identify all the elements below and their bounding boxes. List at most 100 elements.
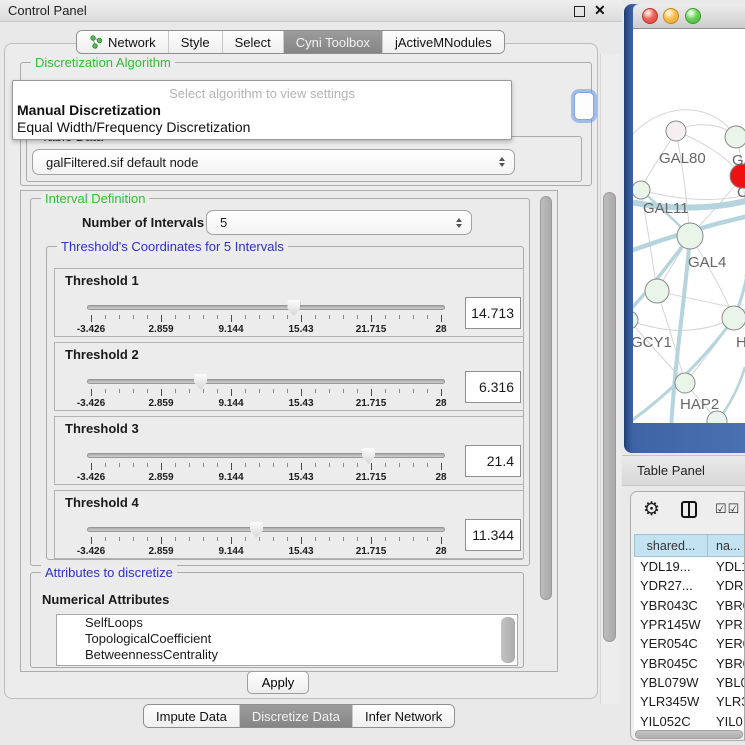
table-row[interactable]: YBR045CYBR0... (634, 653, 745, 672)
network-node[interactable] (725, 126, 745, 148)
apply-button[interactable]: Apply (247, 671, 309, 694)
table-row[interactable]: YIL052CYIL0... (634, 711, 745, 730)
table-row[interactable]: YDL19...YDL1... (634, 557, 745, 576)
table-row[interactable]: YLR345WYLR3... (634, 692, 745, 711)
tick-mark (301, 537, 302, 544)
tick-mark (301, 389, 302, 396)
zoom-traffic-light-icon[interactable] (685, 8, 701, 24)
table-row[interactable]: YDR27...YDR2... (634, 576, 745, 595)
tick-label: 2.859 (148, 324, 173, 335)
tick-mark (245, 537, 246, 541)
inner-scrollbar[interactable] (540, 196, 552, 600)
attribute-item[interactable]: BetweennessCentrality (71, 647, 517, 663)
network-node[interactable] (666, 121, 686, 141)
table-row[interactable]: YER054CYER0... (634, 634, 745, 653)
network-node[interactable] (633, 181, 650, 199)
column-header-name[interactable]: na... (708, 534, 745, 557)
tick-mark (399, 389, 400, 393)
close-traffic-light-icon[interactable] (642, 8, 658, 24)
attributes-title: Attributes to discretize (41, 565, 177, 580)
tick-mark (217, 389, 218, 393)
close-icon[interactable]: ✕ (594, 2, 606, 19)
table-cell[interactable]: YDL1... (708, 559, 745, 574)
threshold-slider[interactable] (87, 379, 445, 384)
table-cell[interactable]: YBR0... (708, 656, 745, 671)
table-cell[interactable]: YDR2... (708, 578, 745, 593)
network-canvas[interactable]: GAL80GACGAL11GAL4GCY1HHAP2 (633, 29, 745, 423)
attribute-item[interactable]: SelfLoops (71, 615, 517, 631)
tab-impute-data[interactable]: Impute Data (144, 705, 240, 727)
gear-icon[interactable]: ⚙ (643, 498, 660, 521)
table-cell[interactable]: YBL079W (634, 675, 708, 690)
tick-mark (301, 463, 302, 470)
table-cell[interactable]: YPR1... (708, 617, 745, 632)
tab-discretize-data[interactable]: Discretize Data (240, 705, 353, 727)
table-cell[interactable]: YER054C (634, 636, 708, 651)
table-row[interactable]: YBL079WYBL0... (634, 673, 745, 692)
tick-mark (385, 463, 386, 467)
algorithm-option[interactable]: Manual Discretization (13, 102, 511, 119)
tab-select[interactable]: Select (223, 31, 284, 53)
tick-mark (399, 463, 400, 467)
table-header-row: shared... na... (634, 534, 745, 557)
table-cell[interactable]: YIL0... (708, 714, 745, 729)
select-columns-checkboxes-icon[interactable]: ☑☑ (715, 501, 740, 517)
tick-label: 15.43 (288, 398, 313, 409)
slider-thumb[interactable] (362, 448, 375, 464)
algorithm-option[interactable]: Equal Width/Frequency Discretization (13, 119, 511, 136)
tick-label: 21.715 (356, 546, 387, 557)
tab-cyni-toolbox[interactable]: Cyni Toolbox (284, 31, 383, 53)
threshold-slider[interactable] (87, 305, 445, 310)
threshold-value-field[interactable]: 14.713 (465, 297, 521, 329)
tick-mark (161, 463, 162, 470)
table-cell[interactable]: YLR345W (634, 694, 708, 709)
network-node[interactable] (645, 279, 669, 303)
table-cell[interactable]: YDR27... (634, 578, 708, 593)
table-cell[interactable]: YPR145W (634, 617, 708, 632)
column-header-shared[interactable]: shared... (634, 534, 708, 557)
tab-jactivemnodules[interactable]: jActiveMNodules (383, 31, 504, 53)
threshold-slider[interactable] (87, 453, 445, 458)
table-cell[interactable]: YBR045C (634, 656, 708, 671)
table-data-combobox[interactable]: galFiltered.sif default node (32, 149, 515, 175)
slider-thumb[interactable] (250, 522, 263, 538)
list-scrollbar[interactable] (501, 617, 515, 663)
network-node[interactable] (722, 306, 745, 330)
tab-infer-network[interactable]: Infer Network (353, 705, 454, 727)
threshold-slider[interactable] (87, 527, 445, 532)
table-cell[interactable]: YBL0... (708, 675, 745, 690)
network-node[interactable] (633, 311, 638, 329)
table-row[interactable]: YPR145WYPR1... (634, 615, 745, 634)
tick-mark (189, 389, 190, 393)
threshold-value-field[interactable]: 6.316 (465, 371, 521, 403)
tick-mark (287, 389, 288, 393)
threshold-value-field[interactable]: 21.4 (465, 445, 521, 477)
minimize-traffic-light-icon[interactable] (663, 8, 679, 24)
numerical-attributes-list[interactable]: SelfLoopsTopologicalCoefficientBetweenne… (56, 614, 518, 666)
table-horizontal-scrollbar[interactable] (635, 730, 743, 739)
table-cell[interactable]: YBR0... (708, 598, 745, 613)
table-cell[interactable]: YDL19... (634, 559, 708, 574)
tick-mark (329, 537, 330, 541)
network-node[interactable] (675, 373, 695, 393)
threshold-value-field[interactable]: 11.344 (465, 519, 521, 551)
slider-thumb[interactable] (287, 300, 300, 316)
table-cell[interactable]: YER0... (708, 636, 745, 651)
tick-label: 21.715 (356, 398, 387, 409)
attribute-item[interactable]: TopologicalCoefficient (71, 631, 517, 647)
table-cell[interactable]: YIL052C (634, 714, 708, 729)
columns-icon[interactable] (681, 501, 697, 518)
outer-scrollbar-thumb[interactable] (603, 192, 616, 642)
network-node[interactable] (677, 223, 703, 249)
threshold-panel-3: Threshold 3 -3.4262.8599.14415.4321.7152… (54, 416, 524, 485)
number-of-intervals-combobox[interactable]: 5 (206, 210, 472, 235)
slider-thumb[interactable] (194, 374, 207, 390)
algorithm-settings-button[interactable] (574, 92, 594, 120)
table-row[interactable]: YBR043CYBR0... (634, 596, 745, 615)
tab-style[interactable]: Style (169, 31, 223, 53)
float-window-icon[interactable] (574, 6, 585, 17)
tick-mark (259, 463, 260, 467)
table-cell[interactable]: YLR3... (708, 694, 745, 709)
tab-network[interactable]: Network (77, 31, 169, 53)
table-cell[interactable]: YBR043C (634, 598, 708, 613)
